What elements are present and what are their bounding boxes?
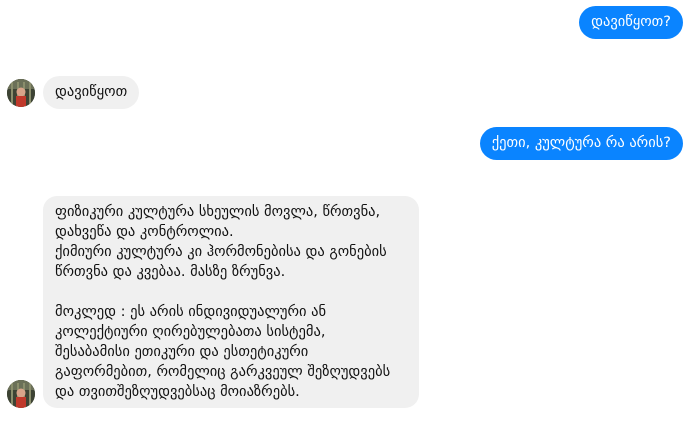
outgoing-message-bubble[interactable]: ქეთი, კულტურა რა არის?: [479, 127, 683, 160]
outgoing-message-bubble[interactable]: დავიწყოთ?: [579, 6, 683, 39]
message-line: ფიზიკური კულტურა სხეულის მოვლა, წრთვნა,: [55, 204, 381, 220]
message-line: დახვეწა და კონტროლია.: [55, 224, 234, 240]
message-line: და თვითშეზღუდვებსაც მოიაზრებს.: [55, 384, 300, 400]
contact-avatar[interactable]: [7, 380, 35, 408]
contact-avatar[interactable]: [7, 79, 35, 107]
message-line: [55, 282, 407, 302]
message-text: დავიწყოთ?: [591, 14, 671, 30]
incoming-message-bubble[interactable]: ფიზიკური კულტურა სხეულის მოვლა, წრთვნა, …: [43, 196, 419, 408]
message-line: წრთვნა და კვებაა. მასზე ზრუნვა.: [55, 264, 286, 280]
message-line: მოკლედ : ეს არის ინდივიდუალური ან: [55, 304, 327, 320]
message-line: გაფორმებით, რომელიც გარკვეულ შეზღუდვებს: [55, 364, 391, 380]
incoming-message-bubble[interactable]: დავიწყოთ: [43, 76, 140, 109]
avatar-photo-icon: [7, 79, 35, 107]
message-line: ქიმიური კულტურა კი ჰორმონებისა და გონები…: [55, 244, 387, 260]
message-line: კოლექტიური ღირებულებათა სისტემა,: [55, 324, 326, 340]
message-text: დავიწყოთ: [55, 84, 128, 100]
message-text: ქეთი, კულტურა რა არის?: [491, 135, 671, 151]
message-line: შესაბამისი ეთიკური და ესთეტიკური: [55, 344, 309, 360]
chat-thread: დავიწყოთ? დავიწყოთ ქეთი, კულტურა რა არის…: [0, 0, 693, 421]
avatar-photo-icon: [7, 380, 35, 408]
